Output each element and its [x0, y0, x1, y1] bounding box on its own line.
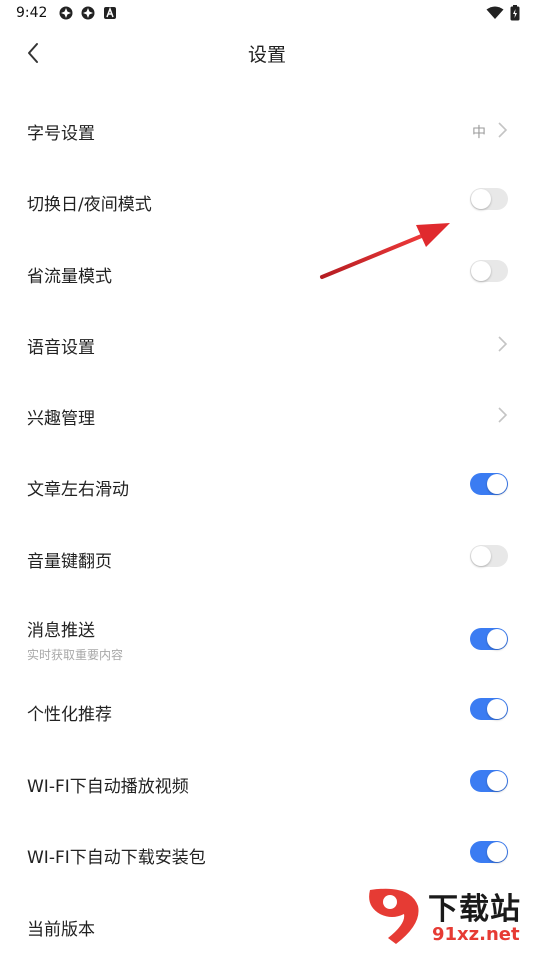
watermark-brand-bottom: 91xz.net	[432, 924, 520, 945]
setting-swipe-articles: 文章左右滑动	[0, 451, 534, 522]
setting-label: 兴趣管理	[27, 409, 95, 430]
watermark-brand-top: 下载站	[428, 892, 521, 927]
chevron-right-icon	[498, 336, 508, 352]
setting-label: 语音设置	[27, 337, 95, 358]
watermark-logo-icon	[369, 888, 419, 944]
page-title: 设置	[247, 44, 286, 66]
toggle-knob	[471, 260, 491, 281]
chevron-right-icon	[498, 122, 508, 138]
status-bar: 9:42	[0, 0, 534, 28]
header: 设置	[0, 28, 534, 78]
settings-gear-icon	[80, 5, 96, 21]
toggle-knob	[471, 189, 491, 210]
setting-interests[interactable]: 兴趣管理	[0, 380, 534, 451]
setting-value: 中	[472, 125, 486, 141]
setting-label: 消息推送	[27, 621, 95, 642]
setting-label: WI-FI下自动下载安装包	[27, 848, 206, 869]
data-saver-toggle[interactable]	[470, 259, 508, 282]
wifi-icon	[486, 6, 504, 24]
push-notifications-toggle[interactable]	[470, 628, 508, 651]
swipe-articles-toggle[interactable]	[470, 473, 508, 496]
toggle-knob	[487, 699, 507, 720]
setting-day-night-mode: 切换日/夜间模式	[0, 166, 534, 237]
battery-icon	[510, 5, 520, 25]
toggle-knob	[487, 842, 507, 863]
volume-key-toggle[interactable]	[470, 544, 508, 567]
setting-data-saver: 省流量模式	[0, 238, 534, 309]
setting-label: 音量键翻页	[27, 551, 112, 572]
setting-label: WI-FI下自动播放视频	[27, 777, 189, 798]
watermark: 下载站 91xz.net	[362, 882, 534, 950]
setting-voice[interactable]: 语音设置	[0, 309, 534, 380]
setting-label: 字号设置	[27, 124, 95, 144]
toggle-knob	[487, 629, 507, 650]
status-time: 9:42	[16, 5, 48, 21]
toggle-knob	[487, 771, 507, 792]
setting-volume-key-paging: 音量键翻页	[0, 523, 534, 594]
setting-label: 切换日/夜间模式	[27, 195, 152, 216]
wifi-download-toggle[interactable]	[470, 841, 508, 864]
setting-push-notifications: 消息推送 实时获取重要内容	[0, 594, 534, 676]
chevron-right-icon	[498, 407, 508, 423]
setting-wifi-auto-download: WI-FI下自动下载安装包	[0, 819, 534, 890]
setting-label: 文章左右滑动	[27, 480, 129, 501]
status-icons-right	[486, 5, 520, 25]
settings-gear-icon	[58, 5, 74, 21]
setting-subtitle: 实时获取重要内容	[27, 648, 124, 663]
app-a-icon	[102, 5, 118, 21]
personalized-toggle[interactable]	[470, 698, 508, 721]
setting-font-size[interactable]: 字号设置 中	[0, 95, 534, 166]
settings-list: 字号设置 中 切换日/夜间模式 省流量模式 语音设置 兴趣管理 文章左右滑动 音…	[0, 95, 534, 962]
setting-label: 当前版本	[27, 919, 95, 940]
setting-personalized-recommendation: 个性化推荐	[0, 676, 534, 748]
setting-label: 个性化推荐	[27, 705, 112, 726]
toggle-knob	[471, 545, 491, 566]
wifi-autoplay-toggle[interactable]	[470, 770, 508, 793]
day-night-toggle[interactable]	[470, 188, 508, 211]
status-icons-left	[58, 5, 118, 21]
toggle-knob	[487, 474, 507, 495]
setting-label: 省流量模式	[27, 266, 112, 287]
setting-wifi-autoplay-video: WI-FI下自动播放视频	[0, 748, 534, 819]
